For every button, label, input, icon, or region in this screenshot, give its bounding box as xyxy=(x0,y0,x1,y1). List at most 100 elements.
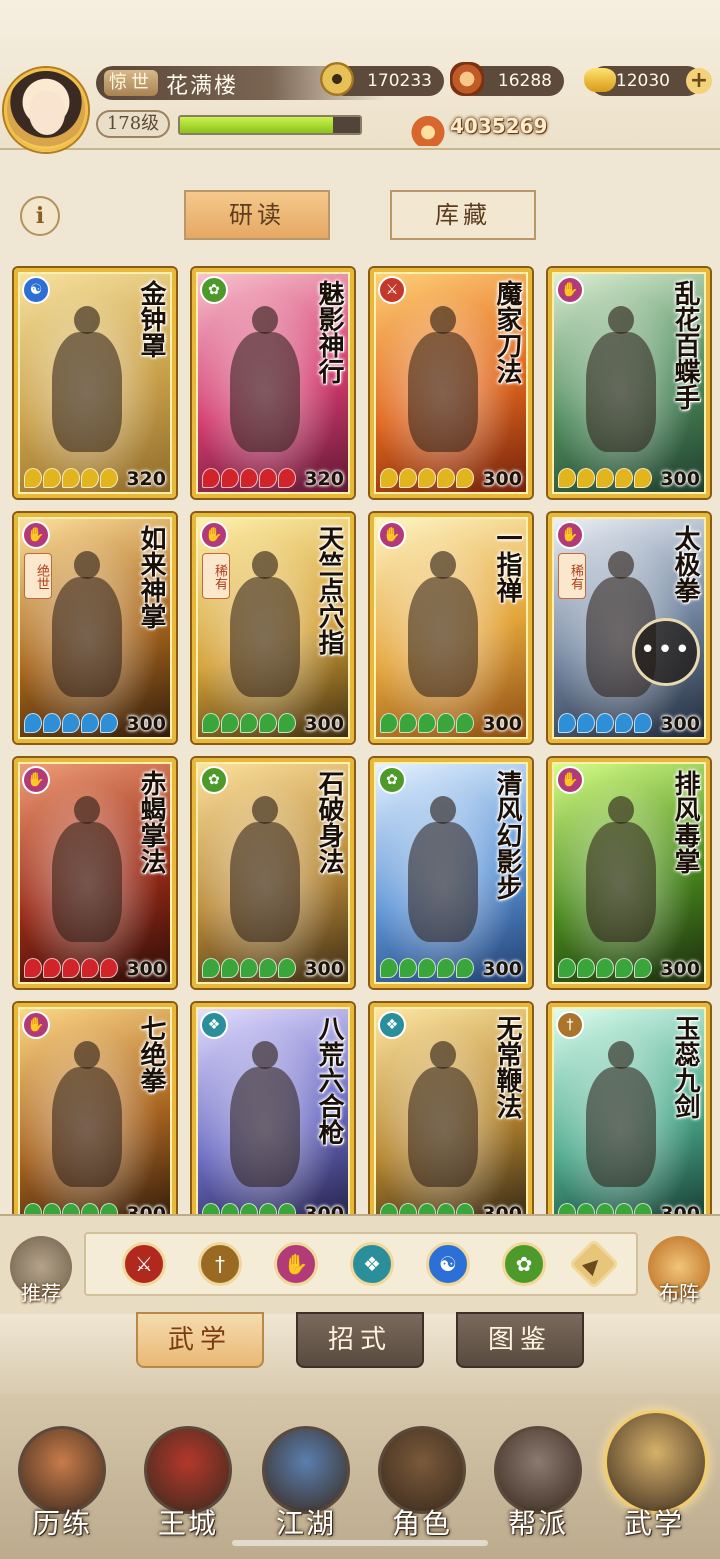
grade-dot-icon xyxy=(437,468,455,488)
grade-dot-icon xyxy=(558,468,576,488)
grade-dot-icon xyxy=(634,958,652,978)
school-emblem-icon: † xyxy=(556,1011,584,1039)
nav-item[interactable]: 江湖 xyxy=(256,1410,356,1550)
exp-bar-fill xyxy=(180,117,333,133)
card-title: 金钟罩 xyxy=(136,280,166,358)
card-power-value: 300 xyxy=(126,1203,166,1214)
card-title: 石破身法 xyxy=(314,770,344,874)
fan-school-icon[interactable]: ❖ xyxy=(350,1242,394,1286)
skill-card[interactable]: ✋ 赤蝎掌法 300 xyxy=(14,758,176,988)
nav-item[interactable]: 王城 xyxy=(138,1410,238,1550)
skill-card[interactable]: † 玉蕊九剑 300 xyxy=(548,1003,710,1214)
taiji-school-icon[interactable]: ☯ xyxy=(426,1242,470,1286)
skill-card[interactable]: ✿ 魅影神行 320 xyxy=(192,268,354,498)
grade-dot-icon xyxy=(100,958,118,978)
grade-dot-icon xyxy=(259,958,277,978)
palm-school-icon[interactable]: ✋ xyxy=(274,1242,318,1286)
grade-dot-icon xyxy=(202,713,220,733)
grade-dot-icon xyxy=(259,468,277,488)
grade-dot-icon xyxy=(259,1203,277,1214)
card-power-value: 320 xyxy=(126,468,166,490)
recommend-button[interactable]: 推荐 xyxy=(10,1236,72,1305)
info-icon[interactable]: i xyxy=(20,196,60,236)
grade-dot-icon xyxy=(202,1203,220,1214)
grade-dots xyxy=(558,1203,652,1214)
skill-card[interactable]: ✿ 石破身法 300 xyxy=(192,758,354,988)
blade-school-icon[interactable]: † xyxy=(198,1242,242,1286)
grade-dot-icon xyxy=(202,958,220,978)
tab-study[interactable]: 研读 xyxy=(184,190,330,240)
grade-dots xyxy=(558,958,652,978)
grade-dots xyxy=(24,713,118,733)
grade-dot-icon xyxy=(380,958,398,978)
nav-item[interactable]: 角色 xyxy=(372,1410,472,1550)
leaf-school-icon[interactable]: ✿ xyxy=(502,1242,546,1286)
nav-item[interactable]: 历练 xyxy=(12,1410,112,1550)
grade-dot-icon xyxy=(221,713,239,733)
grade-dot-icon xyxy=(81,713,99,733)
skill-card[interactable]: ✋ 如来神掌 绝世 300 xyxy=(14,513,176,743)
grade-dots xyxy=(24,958,118,978)
card-character-art xyxy=(230,306,300,452)
grade-dot-icon xyxy=(43,713,61,733)
nav-item[interactable]: 帮派 xyxy=(488,1410,588,1550)
nav-icon xyxy=(144,1426,232,1514)
grade-dots xyxy=(380,713,474,733)
skill-card[interactable]: ✿ 清风幻影步 300 xyxy=(370,758,532,988)
grade-dot-icon xyxy=(380,713,398,733)
grade-dot-icon xyxy=(24,713,42,733)
card-power-value: 300 xyxy=(660,713,700,735)
skill-card[interactable]: ✋ 七绝拳 300 xyxy=(14,1003,176,1214)
chat-bubble-icon[interactable]: ••• xyxy=(632,618,700,686)
grade-dot-icon xyxy=(558,1203,576,1214)
school-emblem-icon: ❖ xyxy=(200,1011,228,1039)
player-level: 178级 xyxy=(96,110,170,138)
card-title: 玉蕊九剑 xyxy=(670,1015,700,1119)
skill-card[interactable]: ☯ 金钟罩 320 xyxy=(14,268,176,498)
home-indicator xyxy=(232,1540,488,1546)
nav-icon xyxy=(494,1426,582,1514)
school-emblem-icon: ✋ xyxy=(556,276,584,304)
grade-dot-icon xyxy=(577,468,595,488)
grade-dots xyxy=(202,958,296,978)
skill-card[interactable]: ✋ 乱花百蝶手 300 xyxy=(548,268,710,498)
grade-dot-icon xyxy=(240,958,258,978)
sword-school-icon[interactable]: ⚔ xyxy=(122,1242,166,1286)
card-title: 赤蝎掌法 xyxy=(136,770,166,874)
subtab-atlas[interactable]: 图鉴 xyxy=(456,1312,584,1368)
grade-dot-icon xyxy=(24,468,42,488)
card-character-art xyxy=(586,306,656,452)
subtab-martial-arts[interactable]: 武学 xyxy=(136,1312,264,1368)
grade-dot-icon xyxy=(399,958,417,978)
grade-dot-icon xyxy=(221,958,239,978)
tab-storage[interactable]: 库藏 xyxy=(390,190,536,240)
grade-dots xyxy=(202,1203,296,1214)
grade-dot-icon xyxy=(596,1203,614,1214)
skill-card[interactable]: ❖ 无常鞭法 300 xyxy=(370,1003,532,1214)
grade-dot-icon xyxy=(100,713,118,733)
grade-dot-icon xyxy=(615,713,633,733)
card-character-art xyxy=(230,796,300,942)
skill-card[interactable]: ❖ 八荒六合枪 300 xyxy=(192,1003,354,1214)
card-character-art xyxy=(586,1041,656,1187)
player-rank-badge: 惊世 xyxy=(104,70,158,96)
skill-card[interactable]: ✋ 一指禅 300 xyxy=(370,513,532,743)
nav-icon xyxy=(378,1426,466,1514)
skill-card[interactable]: ✋ 天竺点穴指 稀有 300 xyxy=(192,513,354,743)
school-emblem-icon: ✿ xyxy=(200,276,228,304)
school-emblem-icon: ✋ xyxy=(200,521,228,549)
nav-item[interactable]: 武学 xyxy=(604,1410,708,1550)
grade-dot-icon xyxy=(81,958,99,978)
card-power-value: 300 xyxy=(304,1203,344,1214)
player-avatar[interactable] xyxy=(4,68,88,152)
skill-card[interactable]: ⚔ 魔家刀法 300 xyxy=(370,268,532,498)
lineup-button[interactable]: 布阵 xyxy=(648,1236,710,1305)
add-ingots-plus-icon[interactable]: + xyxy=(686,68,712,94)
subtab-moves[interactable]: 招式 xyxy=(296,1312,424,1368)
nav-label: 帮派 xyxy=(507,1507,568,1540)
skill-card[interactable]: ✋ 排风毒掌 300 xyxy=(548,758,710,988)
grade-dot-icon xyxy=(596,958,614,978)
grade-dots xyxy=(558,713,652,733)
card-character-art xyxy=(408,796,478,942)
grade-dot-icon xyxy=(615,958,633,978)
